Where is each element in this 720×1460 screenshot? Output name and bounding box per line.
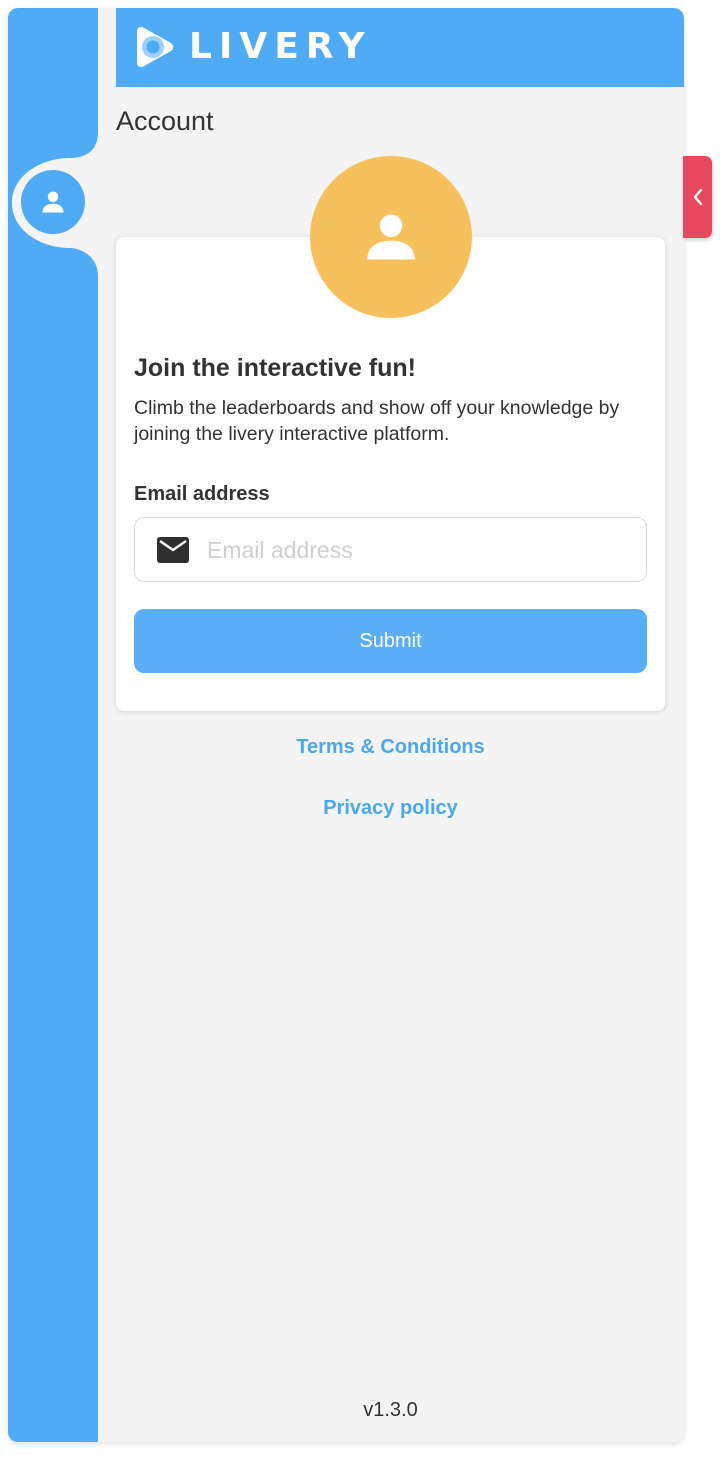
email-field[interactable] (134, 517, 647, 582)
mail-icon (157, 537, 189, 563)
submit-button[interactable]: Submit (134, 609, 647, 673)
app-frame: LIVERY Account Join the interactive fun!… (8, 8, 684, 1442)
email-input[interactable] (207, 530, 627, 570)
header: LIVERY (116, 8, 684, 87)
play-logo-icon (137, 27, 174, 67)
privacy-link[interactable]: Privacy policy (116, 795, 665, 821)
user-icon (42, 191, 64, 213)
livery-logo: LIVERY (135, 25, 372, 69)
page-title: Account (116, 106, 214, 136)
version-label: v1.3.0 (363, 1399, 418, 1421)
sidebar-tab-account[interactable] (21, 170, 85, 234)
avatar (310, 156, 472, 318)
terms-link[interactable]: Terms & Conditions (116, 734, 665, 760)
sidebar-tab-notch (12, 8, 116, 308)
card-title: Join the interactive fun! (134, 354, 416, 382)
chevron-left-icon (693, 188, 702, 206)
email-label: Email address (134, 483, 270, 505)
brand-name: LIVERY (189, 26, 372, 67)
user-icon (367, 214, 415, 260)
sidebar (8, 8, 116, 1442)
collapse-panel-button[interactable] (683, 156, 712, 238)
card-description: Climb the leaderboards and show off your… (134, 397, 620, 445)
